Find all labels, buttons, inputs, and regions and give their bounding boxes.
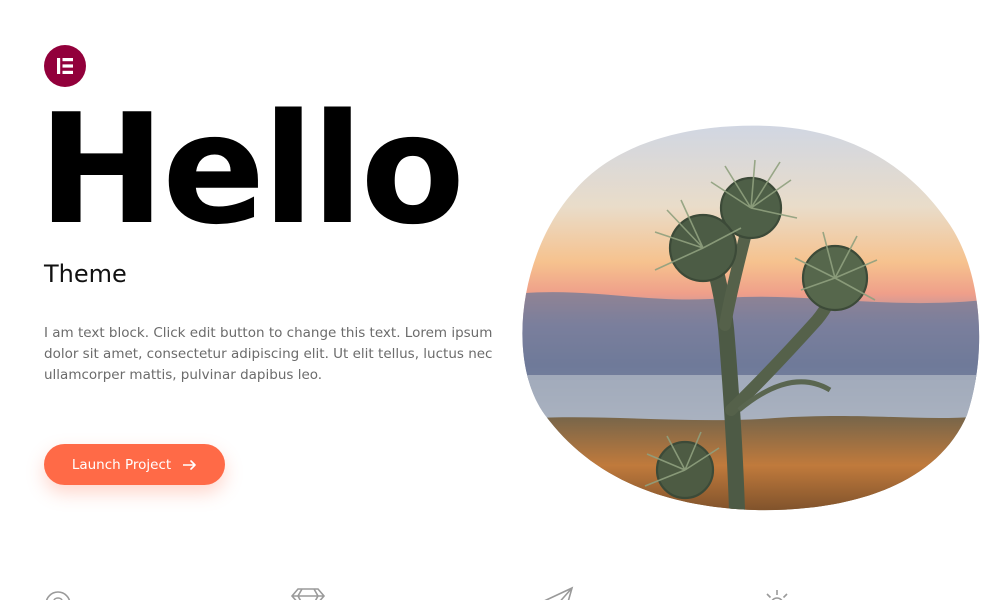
elementor-logo-icon [57, 58, 73, 74]
diamond-icon [290, 588, 326, 600]
sun-icon [766, 590, 788, 600]
hero-title: Hello [38, 81, 465, 258]
launch-project-button[interactable]: Launch Project [44, 444, 225, 485]
question-circle-icon [45, 591, 71, 600]
launch-project-label: Launch Project [71, 456, 172, 473]
arrow-right-icon [183, 459, 196, 470]
paper-plane-icon [544, 586, 574, 600]
hero-image [505, 120, 985, 515]
cactus-sunset-image [522, 125, 980, 511]
hero-subtitle: Theme [44, 260, 127, 288]
hero-body-text: I am text block. Click edit button to ch… [44, 325, 493, 383]
page: Hello Theme I am text block. Click edit … [0, 0, 1000, 600]
